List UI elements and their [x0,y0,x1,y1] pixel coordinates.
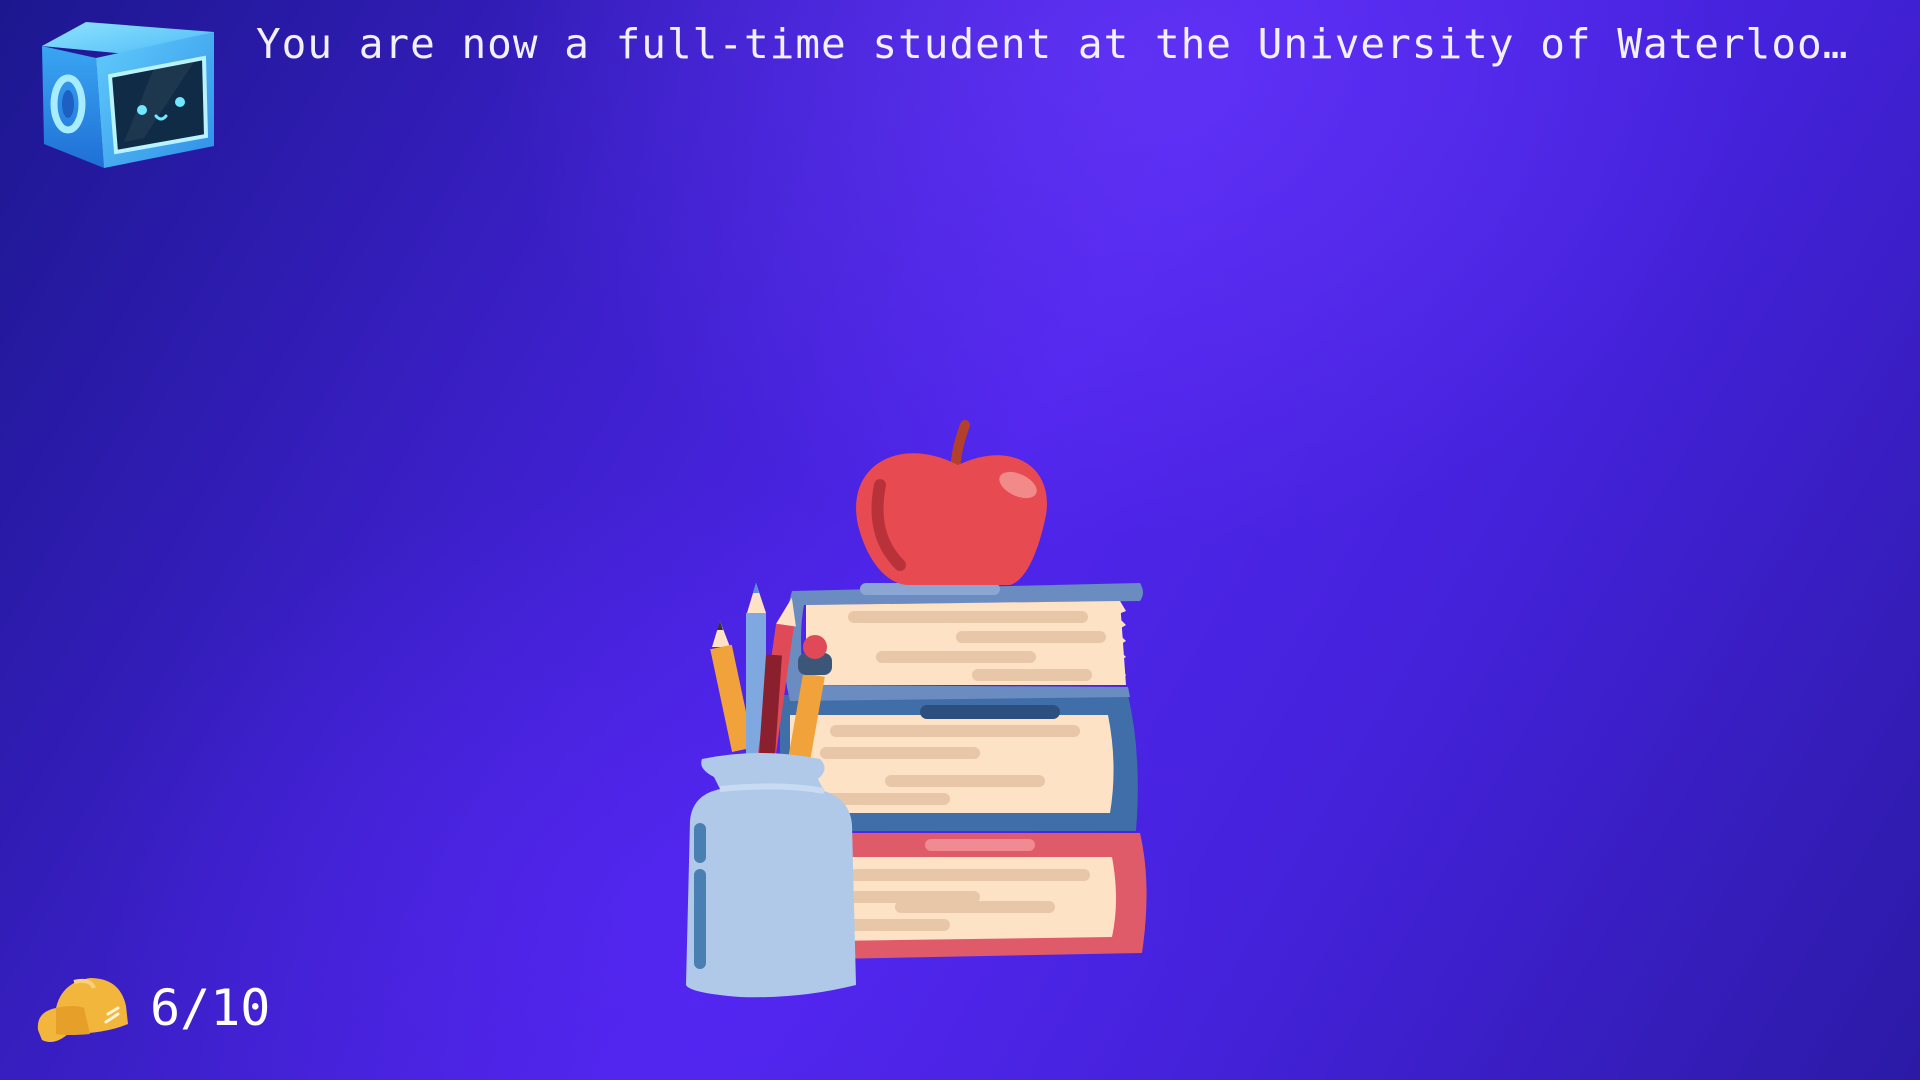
apple-icon [856,420,1047,585]
progress-counter: 6/10 [150,979,271,1037]
school-supplies-illustration [680,385,1160,1000]
robot-cube-avatar [34,18,224,173]
robot-cube-icon [42,22,214,168]
progress-indicator: 6/10 [34,968,270,1048]
narration-text: You are now a full-time student at the U… [256,20,1849,68]
top-book-icon [783,583,1143,701]
hard-hat-icon [37,978,129,1042]
red-book-icon [830,833,1147,959]
